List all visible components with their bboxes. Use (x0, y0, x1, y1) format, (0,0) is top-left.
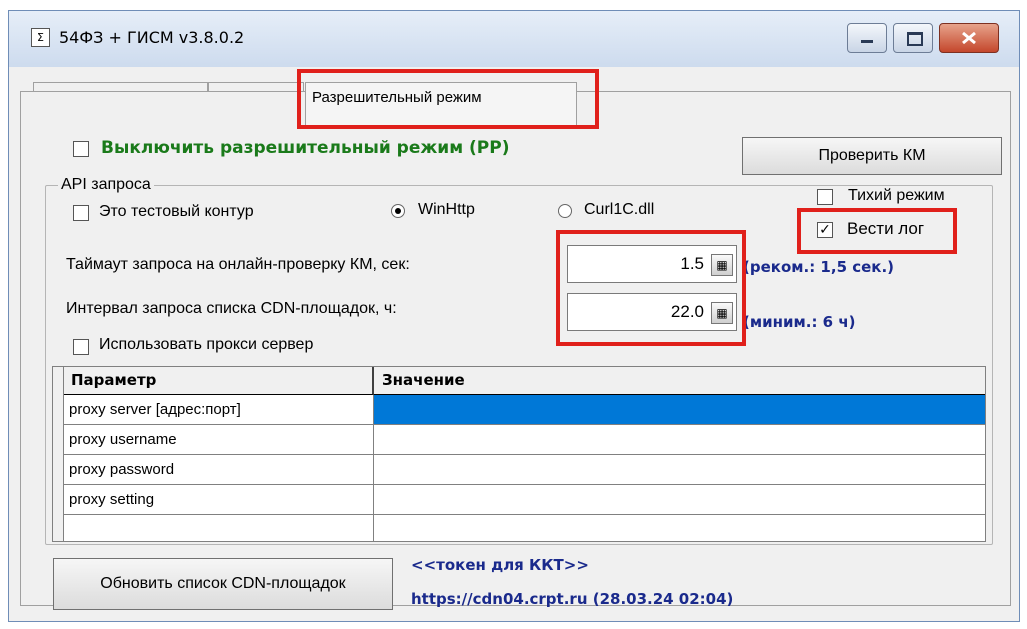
highlight-fields (556, 230, 746, 346)
table-row-value-selected[interactable] (374, 395, 985, 425)
disable-pr-checkbox[interactable] (73, 141, 89, 157)
interval-label: Интервал запроса списка CDN-площадок, ч: (66, 300, 397, 317)
maximize-button[interactable] (893, 23, 933, 53)
radio-curl[interactable] (558, 204, 572, 218)
test-contour-label: Это тестовый контур (99, 203, 254, 220)
interval-note: (миним.: 6 ч) (743, 313, 856, 331)
table-row-param[interactable]: proxy password (63, 455, 374, 485)
table-row-empty[interactable] (374, 515, 985, 541)
table-row-value[interactable] (374, 455, 985, 485)
proxy-table[interactable]: Параметр Значение proxy server [адрес:по… (52, 366, 986, 542)
table-row-value[interactable] (374, 425, 985, 455)
maximize-icon (907, 32, 923, 46)
timeout-note: (реком.: 1,5 сек.) (743, 258, 895, 276)
minimize-button[interactable] (847, 23, 887, 53)
highlight-tab (297, 69, 599, 129)
quiet-mode-checkbox[interactable] (817, 189, 833, 205)
radio-curl-label: Curl1C.dll (584, 201, 655, 218)
window-title: 54ФЗ + ГИСМ v3.8.0.2 (59, 28, 245, 47)
check-km-button[interactable]: Проверить КМ (742, 137, 1002, 175)
token-label: <<токен для ККТ>> (411, 556, 589, 574)
table-row-value[interactable] (374, 485, 985, 515)
sigma-icon: Σ (31, 28, 50, 47)
api-group-label: API запроса (58, 176, 154, 194)
cdn-info: https://cdn04.crpt.ru (28.03.24 02:04) (411, 590, 734, 608)
timeout-label: Таймаут запроса на онлайн-проверку КМ, с… (66, 256, 410, 273)
minimize-icon (861, 40, 873, 43)
column-header-value[interactable]: Значение (374, 367, 985, 395)
refresh-cdn-button[interactable]: Обновить список CDN-площадок (53, 558, 393, 610)
radio-winhttp[interactable] (391, 204, 405, 218)
column-header-param[interactable]: Параметр (63, 367, 374, 395)
quiet-mode-label: Тихий режим (848, 187, 945, 204)
table-row-param[interactable]: proxy server [адрес:порт] (63, 395, 374, 425)
table-row-param[interactable]: proxy setting (63, 485, 374, 515)
close-icon (962, 32, 976, 44)
use-proxy-checkbox[interactable] (73, 339, 89, 355)
test-contour-checkbox[interactable] (73, 205, 89, 221)
highlight-keep-log (797, 208, 957, 254)
disable-pr-label: Выключить разрешительный режим (РР) (101, 138, 510, 158)
close-button[interactable] (939, 23, 999, 53)
table-row-param[interactable]: proxy username (63, 425, 374, 455)
table-row-empty[interactable] (63, 515, 374, 541)
title-bar[interactable]: Σ 54ФЗ + ГИСМ v3.8.0.2 (9, 11, 1019, 67)
use-proxy-label: Использовать прокси сервер (99, 336, 314, 353)
radio-winhttp-label: WinHttp (418, 201, 475, 218)
